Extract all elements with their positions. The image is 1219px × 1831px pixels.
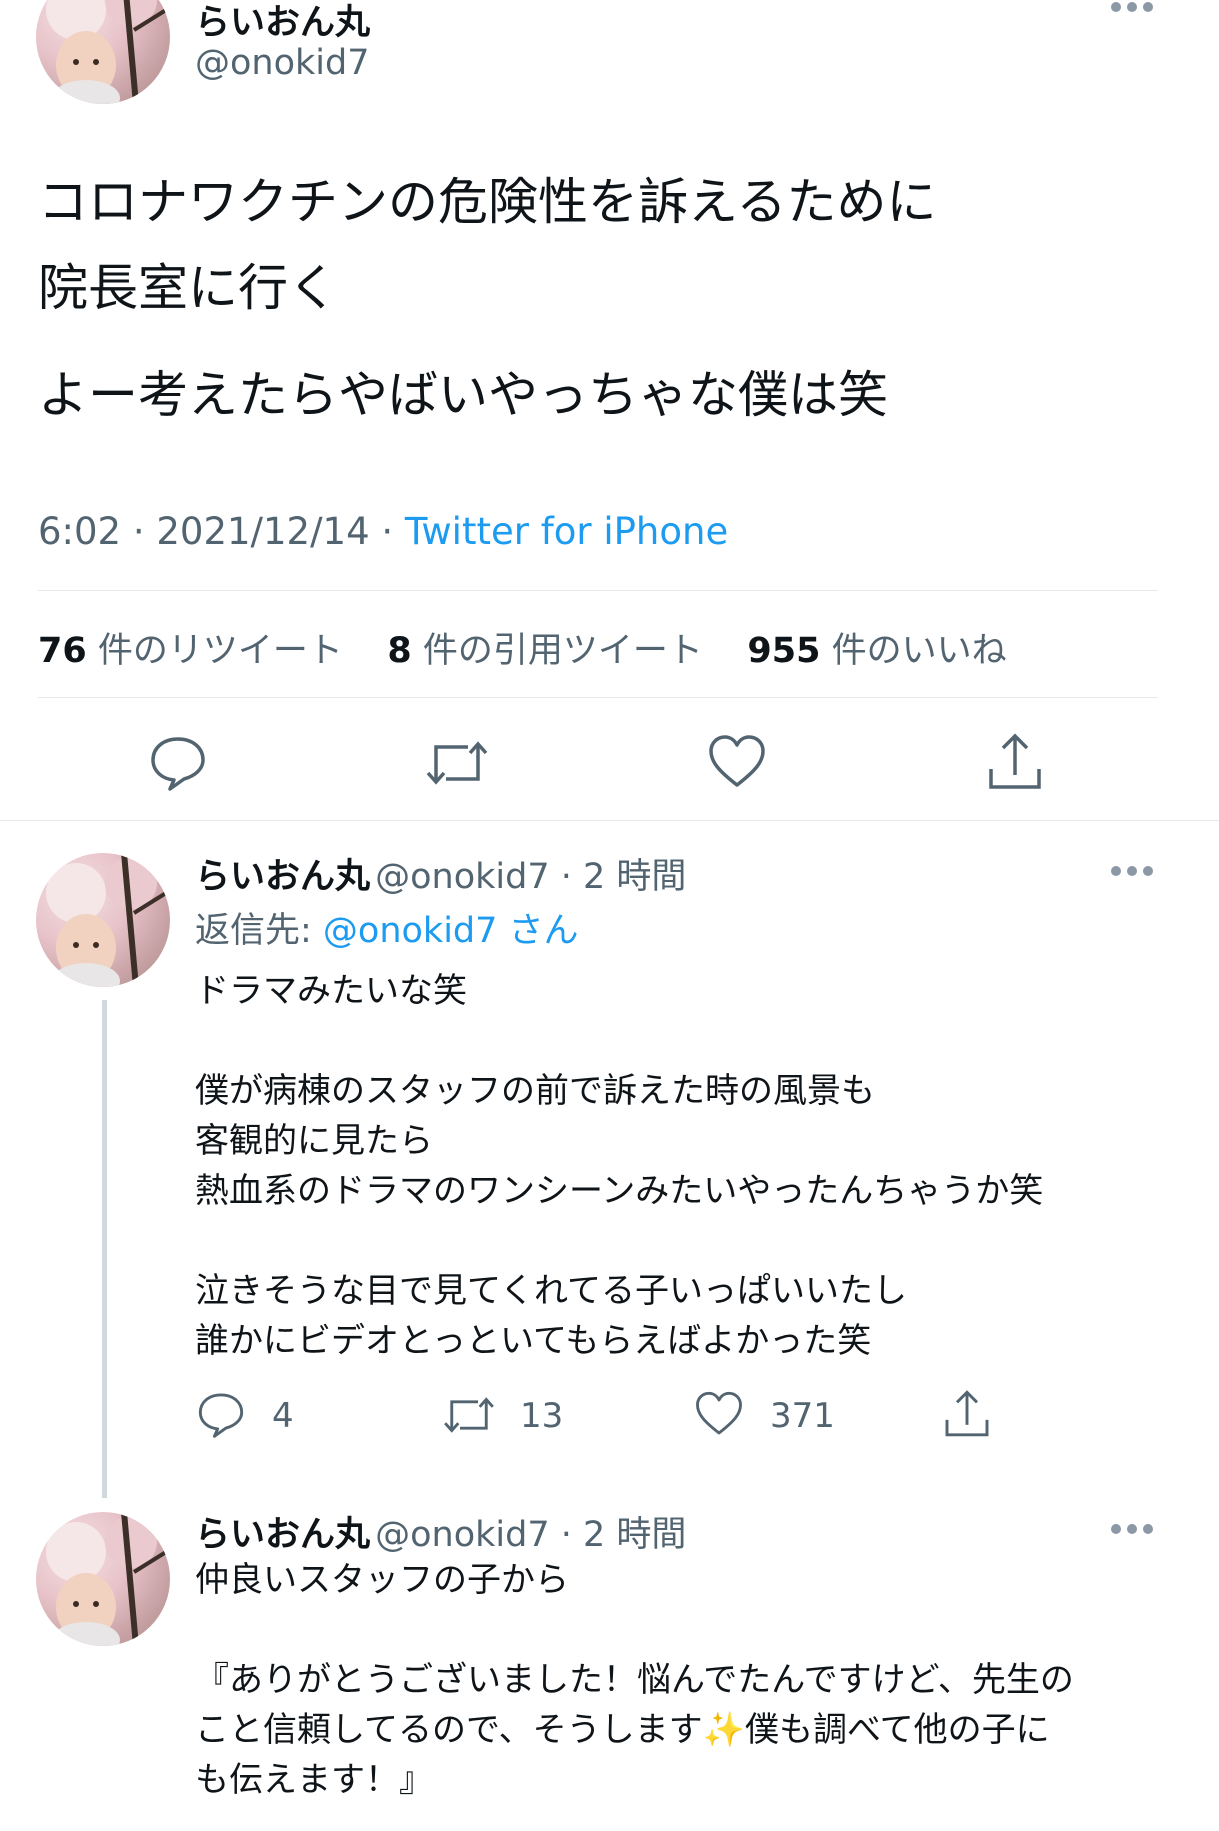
reply-to: 返信先: @onokid7 さん — [195, 911, 579, 951]
reply-line: 泣きそうな目で見てくれてる子いっぱいいたし — [195, 1271, 907, 1311]
divider — [38, 697, 1158, 698]
author-name[interactable]: らいおん丸 — [195, 0, 370, 45]
more-icon[interactable] — [1110, 1522, 1154, 1536]
reply-text: ドラマみたいな笑 僕が病棟のスタッフの前で訴えた時の風景も 客観的に見たら 熱血… — [195, 966, 1043, 1366]
tweet-thread: らいおん丸 @onokid7 コロナワクチンの危険性を訴えるために 院長室に行く… — [0, 0, 1219, 1831]
avatar[interactable] — [36, 0, 170, 104]
more-icon[interactable] — [1110, 0, 1154, 14]
author-handle[interactable]: @onokid7 — [195, 43, 370, 83]
reply-line: 僕が病棟のスタッフの前で訴えた時の風景も — [195, 1071, 875, 1111]
reply-line: 客観的に見たら — [195, 1121, 433, 1161]
reply-line: ドラマみたいな笑 — [195, 971, 467, 1011]
divider — [0, 820, 1219, 821]
reply-line: 誰かにビデオとっといてもらえばよかった笑 — [195, 1321, 872, 1361]
reply-line: 『ありがとうございました！悩んでたんですけど、先生の — [195, 1660, 1074, 1700]
author-handle[interactable]: @onokid7 · 2 時間 — [375, 857, 686, 897]
reply-header: らいおん丸 @onokid7 · 2 時間 — [195, 848, 686, 899]
share-icon[interactable] — [985, 731, 1045, 793]
reply-line — [195, 1605, 1074, 1655]
share-icon[interactable] — [942, 1388, 992, 1440]
reply-text: 仲良いスタッフの子から 『ありがとうございました！悩んでたんですけど、先生の こ… — [195, 1555, 1074, 1805]
retweets-stat[interactable]: 76 件のリツイート — [38, 631, 343, 671]
author-handle[interactable]: @onokid7 · 2 時間 — [375, 1515, 686, 1555]
retweet-count: 13 — [520, 1396, 564, 1436]
reply-icon[interactable] — [196, 1390, 246, 1438]
more-icon[interactable] — [1110, 864, 1154, 878]
tweet-text-line: よー考えたらやばいやっちゃな僕は笑 — [38, 366, 888, 424]
reply-count: 4 — [272, 1396, 294, 1436]
tweet-timestamp: 6:02 · 2021/12/14 · Twitter for iPhone — [38, 510, 728, 553]
reply-header: らいおん丸 @onokid7 · 2 時間 — [195, 1506, 686, 1557]
divider — [38, 590, 1158, 591]
reply-line: こと信頼してるので、そうします✨僕も調べて他の子に — [195, 1710, 1050, 1750]
retweet-icon[interactable] — [440, 1392, 498, 1438]
avatar[interactable] — [36, 1512, 170, 1646]
tweet-text-line: コロナワクチンの危険性を訴えるために — [38, 173, 937, 231]
tweet-time[interactable]: 6:02 · 2021/12/14 · — [38, 510, 405, 553]
tweet-stats: 76 件のリツイート 8 件の引用ツイート 955 件のいいね — [38, 622, 1007, 673]
like-count: 371 — [770, 1396, 835, 1436]
quotes-stat[interactable]: 8 件の引用ツイート — [387, 631, 703, 671]
like-icon[interactable] — [707, 733, 767, 791]
reply-line — [195, 1216, 1043, 1266]
reply-line: 熱血系のドラマのワンシーンみたいやったんちゃうか笑 — [195, 1171, 1044, 1211]
author-name[interactable]: らいおん丸 — [195, 857, 370, 897]
tweet-source-link[interactable]: Twitter for iPhone — [405, 510, 728, 553]
reply-icon[interactable] — [148, 733, 208, 793]
like-icon[interactable] — [694, 1390, 744, 1438]
thread-line — [102, 1000, 107, 1498]
reply-line: も伝えます！』 — [195, 1760, 433, 1800]
reply-line — [195, 1016, 1043, 1066]
likes-stat[interactable]: 955 件のいいね — [747, 631, 1006, 671]
reply-line: 仲良いスタッフの子から — [195, 1560, 569, 1600]
retweet-icon[interactable] — [422, 735, 492, 791]
tweet-text-line: 院長室に行く — [38, 259, 338, 317]
avatar[interactable] — [36, 853, 170, 987]
author-name[interactable]: らいおん丸 — [195, 1515, 370, 1555]
reply-to-link[interactable]: @onokid7 さん — [323, 911, 579, 951]
